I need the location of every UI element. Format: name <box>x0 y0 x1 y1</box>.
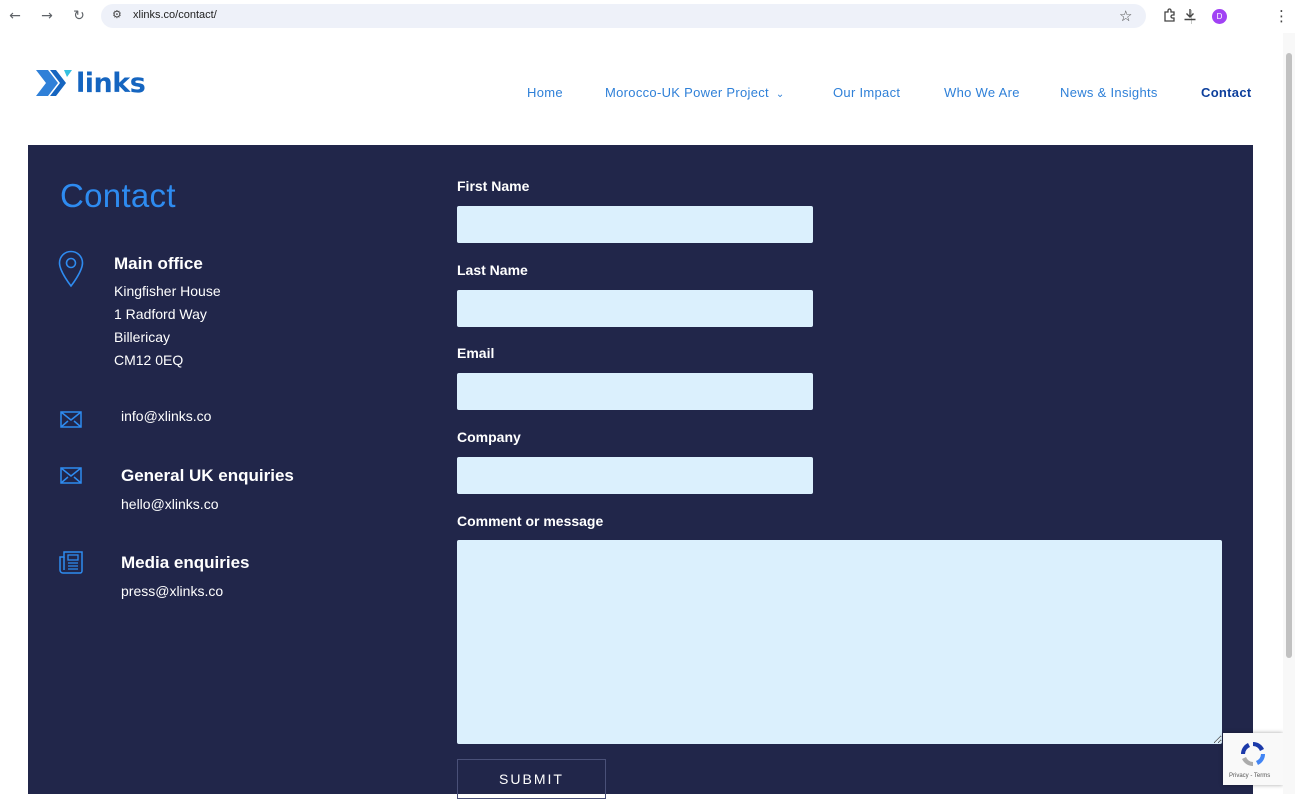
envelope-icon <box>60 411 82 428</box>
message-label: Comment or message <box>457 513 604 529</box>
forward-arrow-icon[interactable]: → <box>39 8 55 24</box>
location-pin-icon <box>58 250 84 288</box>
nav-who-we-are[interactable]: Who We Are <box>944 85 1020 100</box>
site-settings-icon[interactable]: ⚙ <box>112 8 122 21</box>
first-name-label: First Name <box>457 178 530 194</box>
last-name-label: Last Name <box>457 262 528 278</box>
email-label: Email <box>457 345 495 361</box>
nav-our-impact[interactable]: Our Impact <box>833 85 900 100</box>
recaptcha-privacy-terms[interactable]: Privacy - Terms <box>1229 773 1270 779</box>
xlinks-x-mark-icon <box>36 70 72 96</box>
company-label: Company <box>457 429 521 445</box>
nav-morocco-uk-power-project[interactable]: Morocco-UK Power Project ⌄ <box>605 85 785 100</box>
extensions-icon[interactable] <box>1162 7 1178 27</box>
address-line: 1 Radford Way <box>114 306 207 322</box>
address-line: Billericay <box>114 329 171 345</box>
logo-text: links <box>76 67 146 99</box>
recaptcha-badge[interactable]: Privacy - Terms <box>1223 733 1283 785</box>
reload-icon[interactable]: ↻ <box>71 8 87 24</box>
menu-icon[interactable]: ⋮ <box>1274 7 1289 25</box>
address-bar[interactable]: ⚙ xlinks.co/contact/ <box>101 4 1146 28</box>
general-enquiries-heading: General UK enquiries <box>121 466 294 485</box>
media-email-link[interactable]: press@xlinks.co <box>121 583 223 599</box>
site-header: links Home Morocco-UK Power Project ⌄ Ou… <box>0 33 1283 145</box>
envelope-icon <box>60 467 82 484</box>
info-email-link[interactable]: info@xlinks.co <box>121 408 211 424</box>
contact-panel: Contact Main office Kingfisher House 1 R… <box>28 145 1253 799</box>
first-name-field[interactable] <box>457 206 813 243</box>
page-title: Contact <box>60 177 176 214</box>
newspaper-icon <box>59 551 83 574</box>
back-arrow-icon[interactable]: ← <box>7 8 23 24</box>
address-line: CM12 0EQ <box>114 352 184 368</box>
address-url[interactable]: xlinks.co/contact/ <box>133 9 217 21</box>
chevron-down-icon: ⌄ <box>775 89 785 100</box>
recaptcha-icon <box>1240 741 1266 767</box>
last-name-field[interactable] <box>457 290 813 327</box>
nav-news-insights[interactable]: News & Insights <box>1060 85 1158 100</box>
email-field[interactable] <box>457 373 813 410</box>
submit-button[interactable]: SUBMIT <box>457 759 606 799</box>
scrollbar-thumb[interactable] <box>1286 53 1292 658</box>
media-enquiries-heading: Media enquiries <box>121 553 250 572</box>
profile-avatar[interactable]: D <box>1212 9 1227 24</box>
xlinks-logo[interactable]: links <box>34 67 146 99</box>
nav-home[interactable]: Home <box>527 85 563 100</box>
company-field[interactable] <box>457 457 813 494</box>
bookmark-star-icon[interactable]: ☆ <box>1119 7 1132 25</box>
browser-toolbar: ← → ↻ ⚙ xlinks.co/contact/ ☆ D ⋮ <box>0 0 1295 33</box>
nav-contact[interactable]: Contact <box>1201 85 1252 100</box>
download-icon[interactable] <box>1182 7 1198 27</box>
message-textarea[interactable] <box>457 540 1222 744</box>
general-email-link[interactable]: hello@xlinks.co <box>121 496 218 512</box>
nav-morocco-label: Morocco-UK Power Project <box>605 85 769 100</box>
main-office-heading: Main office <box>114 254 203 273</box>
page-scrollbar[interactable] <box>1283 33 1295 794</box>
address-line: Kingfisher House <box>114 283 221 299</box>
